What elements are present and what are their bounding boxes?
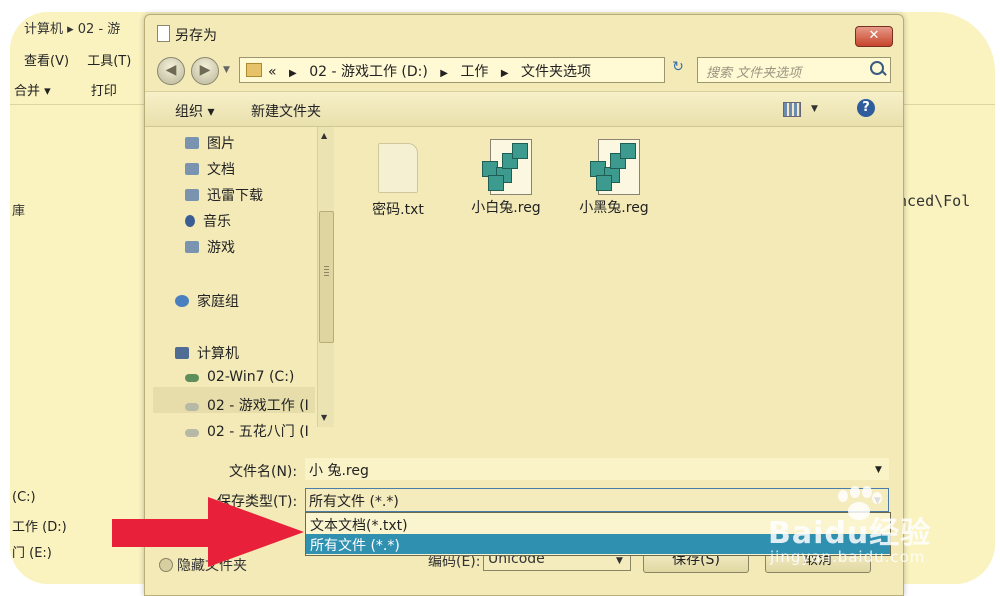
grip-icon (324, 266, 329, 276)
tree-item-drive-e[interactable]: 02 - 五花八门 (I (185, 421, 309, 441)
notepad-icon (157, 25, 170, 42)
registry-file-icon (478, 139, 534, 195)
tree-label: 02 - 游戏工作 (I (207, 398, 309, 414)
address-bar[interactable]: « ▶ 02 - 游戏工作 (D:) ▶ 工作 ▶ 文件夹选项 ▼ (239, 57, 753, 83)
downloads-icon (185, 189, 199, 201)
tree-label: 图片 (207, 136, 235, 152)
file-label: 小黑兔.reg (579, 200, 649, 216)
title-bar[interactable]: 另存为 ✕ (145, 15, 903, 49)
bg-menu-bar: 查看(V) 工具(T) (24, 50, 145, 69)
nav-scrollbar[interactable]: ▲ ▼ (317, 127, 334, 427)
breadcrumb: « ▶ 02 - 游戏工作 (D:) ▶ 工作 ▶ 文件夹选项 (268, 61, 591, 81)
bg-drive-c[interactable]: (C:) (12, 490, 36, 505)
crumb-work[interactable]: 工作 (460, 64, 488, 80)
pictures-icon (185, 137, 199, 149)
file-label: 小白兔.reg (471, 200, 541, 216)
registry-file-icon (586, 139, 642, 195)
tree-item-music[interactable]: 音乐 (185, 211, 231, 231)
navigation-row: ◀ ▶ ▼ « ▶ 02 - 游戏工作 (D:) ▶ 工作 ▶ 文件夹选项 ▼ … (145, 51, 903, 87)
bg-merge-button[interactable]: 合并 ▾ (14, 84, 51, 99)
tree-label: 家庭组 (197, 294, 239, 310)
back-arrow-icon[interactable]: ◀ (157, 57, 185, 85)
close-button[interactable]: ✕ (855, 26, 893, 47)
documents-icon (185, 163, 199, 175)
scroll-up-icon[interactable]: ▲ (321, 131, 327, 140)
watermark-brand: Baidu经验 (768, 516, 932, 551)
music-icon (185, 215, 195, 227)
tree-item-computer[interactable]: 计算机 (175, 343, 239, 363)
crumb-drive-d[interactable]: 02 - 游戏工作 (D:) (309, 64, 428, 80)
option-label: 文本文档(*.txt) (310, 518, 408, 534)
new-folder-button[interactable]: 新建文件夹 (251, 101, 321, 121)
bg-menu-view[interactable]: 查看(V) (24, 54, 69, 69)
tree-label: 文档 (207, 162, 235, 178)
tree-label: 02 - 五花八门 (I (207, 424, 309, 440)
tree-item-games[interactable]: 游戏 (185, 237, 235, 257)
chevron-down-icon[interactable]: ▼ (616, 556, 623, 566)
navigation-pane: 图片 文档 迅雷下载 音乐 游戏 家庭组 计算机 02-Win7 (C:) 02… (153, 127, 334, 440)
bg-drive-e[interactable]: 门 (E:) (12, 542, 52, 561)
tree-item-thunder-downloads[interactable]: 迅雷下载 (185, 185, 263, 205)
text-file-icon (378, 143, 418, 193)
option-label: 所有文件 (*.*) (310, 538, 400, 554)
bg-menu-tools[interactable]: 工具(T) (87, 54, 131, 69)
refresh-icon[interactable]: ↻ (667, 59, 689, 79)
bg-drive-d[interactable]: 工作 (D:) (12, 516, 67, 535)
view-options-icon[interactable] (783, 102, 801, 117)
tree-item-homegroup[interactable]: 家庭组 (175, 291, 239, 311)
tree-item-pictures[interactable]: 图片 (185, 133, 235, 153)
file-item-white-rabbit-reg[interactable]: 小白兔.reg (461, 139, 551, 217)
tree-label: 计算机 (197, 346, 239, 362)
crumb-folder-options[interactable]: 文件夹选项 (521, 64, 591, 80)
view-dropdown-icon[interactable]: ▼ (811, 104, 818, 114)
tree-item-drive-c[interactable]: 02-Win7 (C:) (185, 369, 294, 385)
breadcrumb-overflow[interactable]: « (268, 64, 277, 80)
chevron-right-icon[interactable]: ▶ (289, 68, 297, 79)
filename-field[interactable]: 小 兔.reg ▼ (305, 458, 889, 480)
bg-toolbar: 合并 ▾ 打印 (14, 80, 153, 99)
filetype-value: 所有文件 (*.*) (309, 494, 399, 510)
search-placeholder: 搜索 文件夹选项 (706, 66, 802, 81)
help-icon[interactable]: ? (857, 99, 875, 117)
screenshot-frame: 计算机 ▸ 02 - 游 查看(V) 工具(T) 合并 ▾ 打印 庫 nced\… (0, 0, 1000, 596)
tree-item-drive-d[interactable]: 02 - 游戏工作 (I (185, 395, 309, 415)
tree-label: 02-Win7 (C:) (207, 369, 295, 385)
organize-menu[interactable]: 组织 ▾ (175, 101, 214, 121)
tree-label: 游戏 (207, 240, 235, 256)
chevron-right-icon[interactable]: ▶ (440, 68, 448, 79)
history-dropdown-icon[interactable]: ▼ (223, 65, 230, 75)
drive-icon (185, 403, 199, 411)
chevron-down-icon[interactable]: ▼ (875, 465, 882, 475)
folder-icon (246, 63, 262, 77)
command-toolbar: 组织 ▾ 新建文件夹 ▼ ? (145, 91, 903, 127)
file-item-black-rabbit-reg[interactable]: 小黑兔.reg (569, 139, 659, 217)
filename-label: 文件名(N): (229, 464, 298, 480)
tree-label: 迅雷下载 (207, 188, 263, 204)
chevron-right-icon[interactable]: ▶ (501, 68, 509, 79)
tree-label: 音乐 (203, 214, 231, 230)
search-input[interactable]: 搜索 文件夹选项 (697, 57, 891, 83)
scroll-down-icon[interactable]: ▼ (321, 413, 327, 422)
games-icon (185, 241, 199, 253)
search-icon[interactable] (870, 61, 884, 75)
filename-value: 小 兔.reg (309, 463, 369, 479)
drive-icon (185, 429, 199, 437)
file-item-password-txt[interactable]: 密码.txt (353, 143, 443, 219)
bg-code-text: nced\Fol (898, 192, 971, 210)
tree-item-documents[interactable]: 文档 (185, 159, 235, 179)
baidu-jingyan-watermark: Baidu经验 jingyan.baidu.com (768, 486, 958, 576)
bg-left-text: 庫 (12, 204, 26, 219)
system-drive-icon (185, 374, 199, 382)
forward-arrow-icon[interactable]: ▶ (191, 57, 219, 85)
scroll-thumb[interactable] (319, 211, 334, 343)
file-label: 密码.txt (372, 202, 424, 218)
homegroup-icon (175, 295, 189, 307)
computer-icon (175, 347, 189, 359)
dialog-title: 另存为 (175, 28, 217, 44)
bg-print-button[interactable]: 打印 (91, 84, 117, 99)
red-arrow-icon (112, 497, 304, 567)
watermark-url: jingyan.baidu.com (770, 548, 926, 566)
bg-breadcrumb: 计算机 ▸ 02 - 游 (24, 22, 121, 37)
